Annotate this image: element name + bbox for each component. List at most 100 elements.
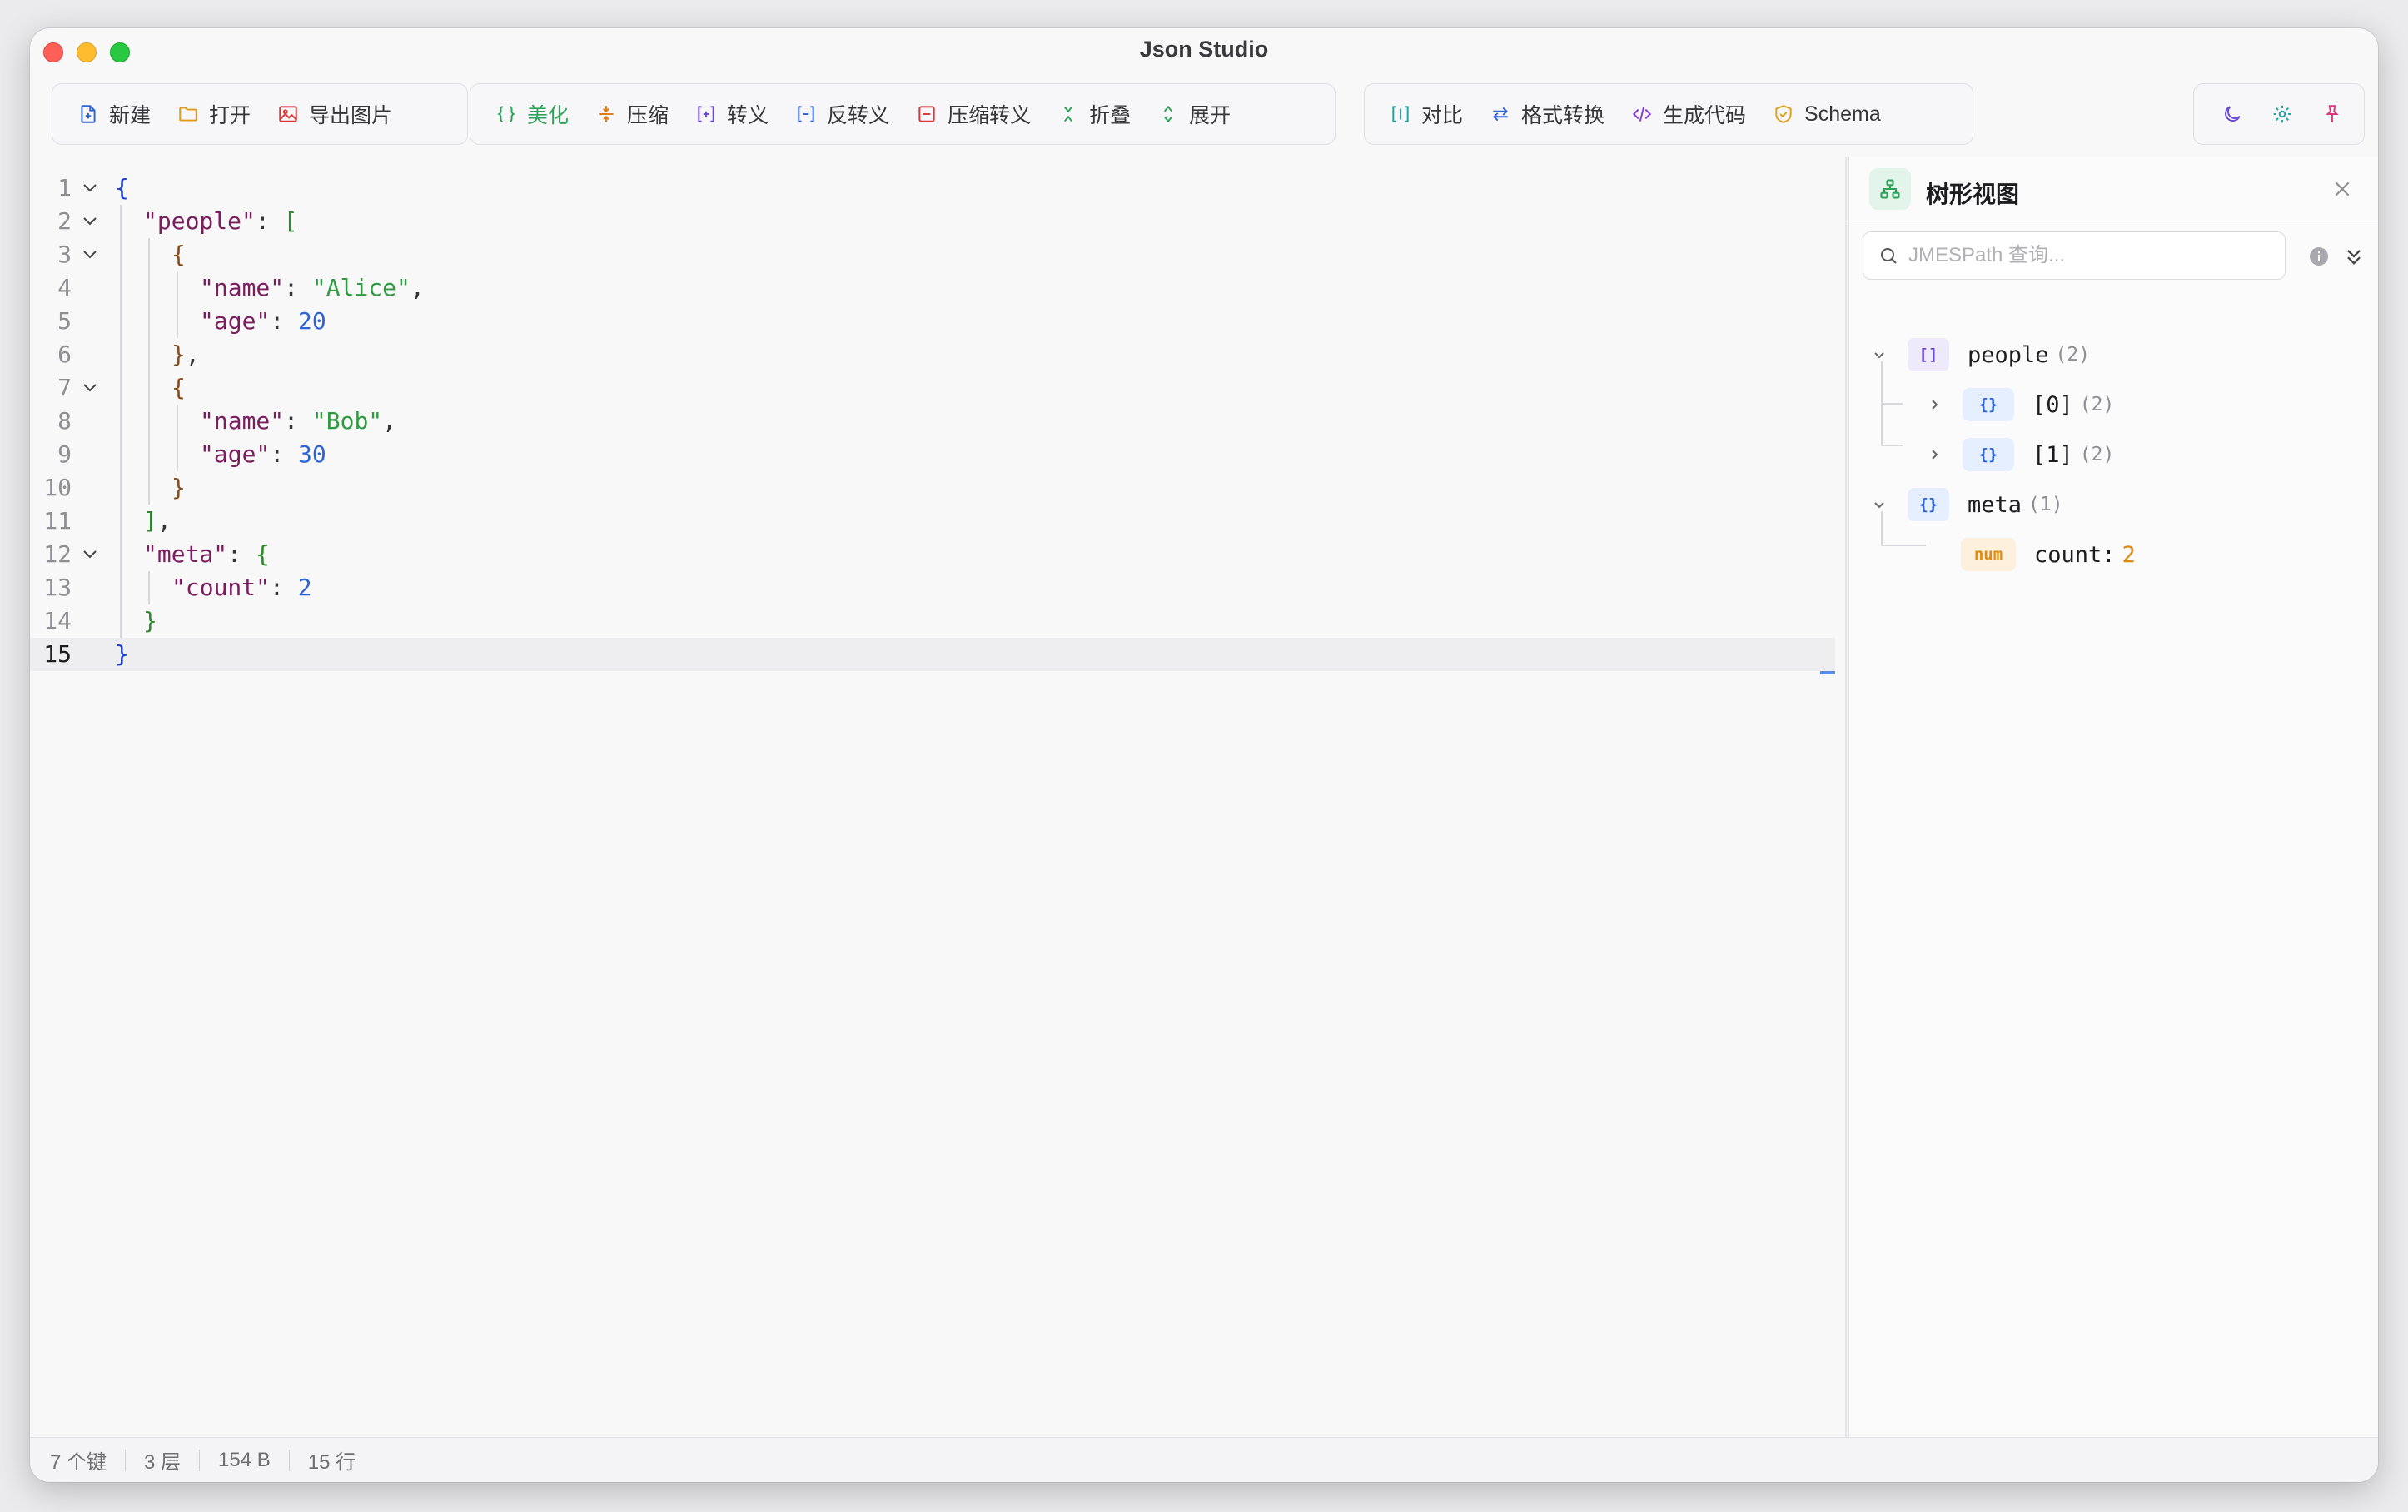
line-number: 7 bbox=[57, 374, 72, 401]
chevron-down-icon[interactable] bbox=[1869, 495, 1889, 515]
code-token: } bbox=[172, 341, 186, 368]
schema-button[interactable]: Schema bbox=[1759, 92, 1894, 136]
jmespath-query-input[interactable] bbox=[1908, 244, 2275, 267]
code-token: , bbox=[382, 407, 397, 435]
editor-line[interactable]: 4 "name": "Alice", bbox=[30, 271, 1835, 305]
close-icon[interactable] bbox=[2331, 178, 2353, 200]
new-file-icon bbox=[77, 103, 99, 125]
editor-line[interactable]: 5 "age": 20 bbox=[30, 305, 1835, 338]
expand-button[interactable]: 展开 bbox=[1144, 92, 1244, 136]
tree-panel-title: 树形视图 bbox=[1926, 182, 2020, 207]
jmespath-search-box[interactable] bbox=[1863, 231, 2286, 280]
line-count: 15 行 bbox=[307, 1451, 356, 1474]
code-editor[interactable]: 1{2 "people": [3{4 "name": "Alice", 5 "age":… bbox=[30, 157, 1847, 1465]
editor-line[interactable]: 1{ bbox=[30, 172, 1835, 205]
dark-mode-button[interactable] bbox=[2207, 92, 2257, 136]
shield-icon bbox=[1773, 103, 1794, 125]
editor-line[interactable]: 8 "name": "Bob", bbox=[30, 405, 1835, 438]
indent-guide bbox=[148, 571, 150, 604]
info-icon[interactable] bbox=[2309, 246, 2329, 266]
beautify-button[interactable]: 美化 bbox=[482, 92, 582, 136]
generate-code-button[interactable]: 生成代码 bbox=[1618, 92, 1759, 136]
new-button[interactable]: 新建 bbox=[64, 92, 164, 136]
tree-node-people[interactable]: [] people (2) bbox=[1869, 336, 2090, 373]
code-token: "people" bbox=[143, 207, 256, 235]
tree-node-count: (2) bbox=[2079, 394, 2115, 415]
code-token: { bbox=[172, 374, 186, 401]
fold-chevron-icon[interactable] bbox=[80, 245, 100, 265]
code-token: 30 bbox=[298, 440, 326, 468]
fold-chevron-icon[interactable] bbox=[80, 545, 100, 565]
code-token: { bbox=[255, 540, 270, 568]
code-icon bbox=[1631, 103, 1653, 125]
code-token: } bbox=[172, 474, 186, 501]
unescape-button[interactable]: 反转义 bbox=[782, 92, 903, 136]
code-token: "count" bbox=[172, 574, 271, 601]
compare-icon bbox=[1390, 103, 1411, 125]
object-type-badge: {} bbox=[1963, 388, 2014, 421]
editor-divider[interactable] bbox=[1845, 157, 1847, 1465]
code-token: { bbox=[115, 174, 129, 201]
code-token: "name" bbox=[200, 407, 285, 435]
expand-all-icon[interactable] bbox=[2342, 245, 2366, 268]
editor-line[interactable]: 7{ bbox=[30, 371, 1835, 405]
depth-count: 3 层 bbox=[144, 1451, 182, 1474]
pin-icon bbox=[2321, 103, 2343, 125]
code-token: : bbox=[270, 307, 299, 335]
fold-chevron-icon[interactable] bbox=[80, 211, 100, 231]
code-text: "age": 30 bbox=[200, 438, 326, 471]
settings-button[interactable] bbox=[2257, 92, 2307, 136]
line-number: 9 bbox=[57, 440, 72, 468]
code-text: ], bbox=[143, 505, 172, 538]
tree-node-key: [0] bbox=[2032, 391, 2073, 418]
line-number: 12 bbox=[43, 540, 72, 568]
editor-line[interactable]: 9 "age": 30 bbox=[30, 438, 1835, 471]
line-number: 2 bbox=[57, 207, 72, 235]
tree-node-people-1[interactable]: {} [1] (2) bbox=[1924, 436, 2114, 473]
editor-line[interactable]: 6}, bbox=[30, 338, 1835, 371]
folder-icon bbox=[177, 103, 199, 125]
line-number: 8 bbox=[57, 407, 72, 435]
editor-line[interactable]: 3{ bbox=[30, 238, 1835, 271]
editor-line[interactable]: 10} bbox=[30, 471, 1835, 505]
open-button[interactable]: 打开 bbox=[164, 92, 264, 136]
editor-line[interactable]: 11], bbox=[30, 505, 1835, 538]
byte-size: 154 B bbox=[218, 1448, 271, 1471]
editor-line[interactable]: 13 "count": 2 bbox=[30, 571, 1835, 604]
pin-button[interactable] bbox=[2307, 92, 2357, 136]
chevron-down-icon[interactable] bbox=[1869, 345, 1889, 365]
code-token: "Bob" bbox=[311, 407, 383, 435]
arrows-icon bbox=[1490, 103, 1511, 125]
chevron-right-icon[interactable] bbox=[1924, 395, 1944, 415]
editor-line[interactable]: 12 "meta": { bbox=[30, 538, 1835, 571]
editor-line[interactable]: 14} bbox=[30, 604, 1835, 638]
fold-chevron-icon[interactable] bbox=[80, 178, 100, 198]
array-type-badge: [] bbox=[1908, 338, 1949, 371]
tree-node-meta[interactable]: {} meta (1) bbox=[1869, 486, 2063, 523]
compress-escape-button[interactable]: 压缩转义 bbox=[903, 92, 1044, 136]
editor-line[interactable]: 2 "people": [ bbox=[30, 205, 1835, 238]
search-icon bbox=[1881, 248, 1897, 264]
window-actions-group bbox=[2193, 83, 2365, 145]
title-bar: Json Studio bbox=[30, 28, 2378, 75]
tree-node-key: [1] bbox=[2032, 441, 2073, 468]
fold-chevron-icon[interactable] bbox=[80, 378, 100, 398]
chevron-right-icon[interactable] bbox=[1924, 445, 1944, 465]
status-bar: 7 个键 3 层 154 B 15 行 bbox=[30, 1437, 2378, 1482]
tree-node-meta-count[interactable]: num count: 2 bbox=[1961, 536, 2136, 573]
collapse-button[interactable]: 折叠 bbox=[1044, 92, 1144, 136]
indent-guide bbox=[177, 271, 178, 338]
collapse-icon bbox=[1057, 103, 1079, 125]
tree-node-people-0[interactable]: {} [0] (2) bbox=[1924, 386, 2114, 423]
export-image-button[interactable]: 导出图片 bbox=[264, 92, 405, 136]
compare-button[interactable]: 对比 bbox=[1376, 92, 1476, 136]
minus-box-icon bbox=[916, 103, 938, 125]
format-convert-button[interactable]: 格式转换 bbox=[1476, 92, 1618, 136]
editor-line[interactable]: 15} bbox=[30, 638, 1835, 671]
number-type-badge: num bbox=[1961, 538, 2016, 571]
code-token: [ bbox=[283, 207, 298, 235]
code-text: { bbox=[115, 172, 129, 205]
escape-button[interactable]: 转义 bbox=[682, 92, 782, 136]
compress-button[interactable]: 压缩 bbox=[582, 92, 682, 136]
code-token: } bbox=[115, 640, 129, 668]
